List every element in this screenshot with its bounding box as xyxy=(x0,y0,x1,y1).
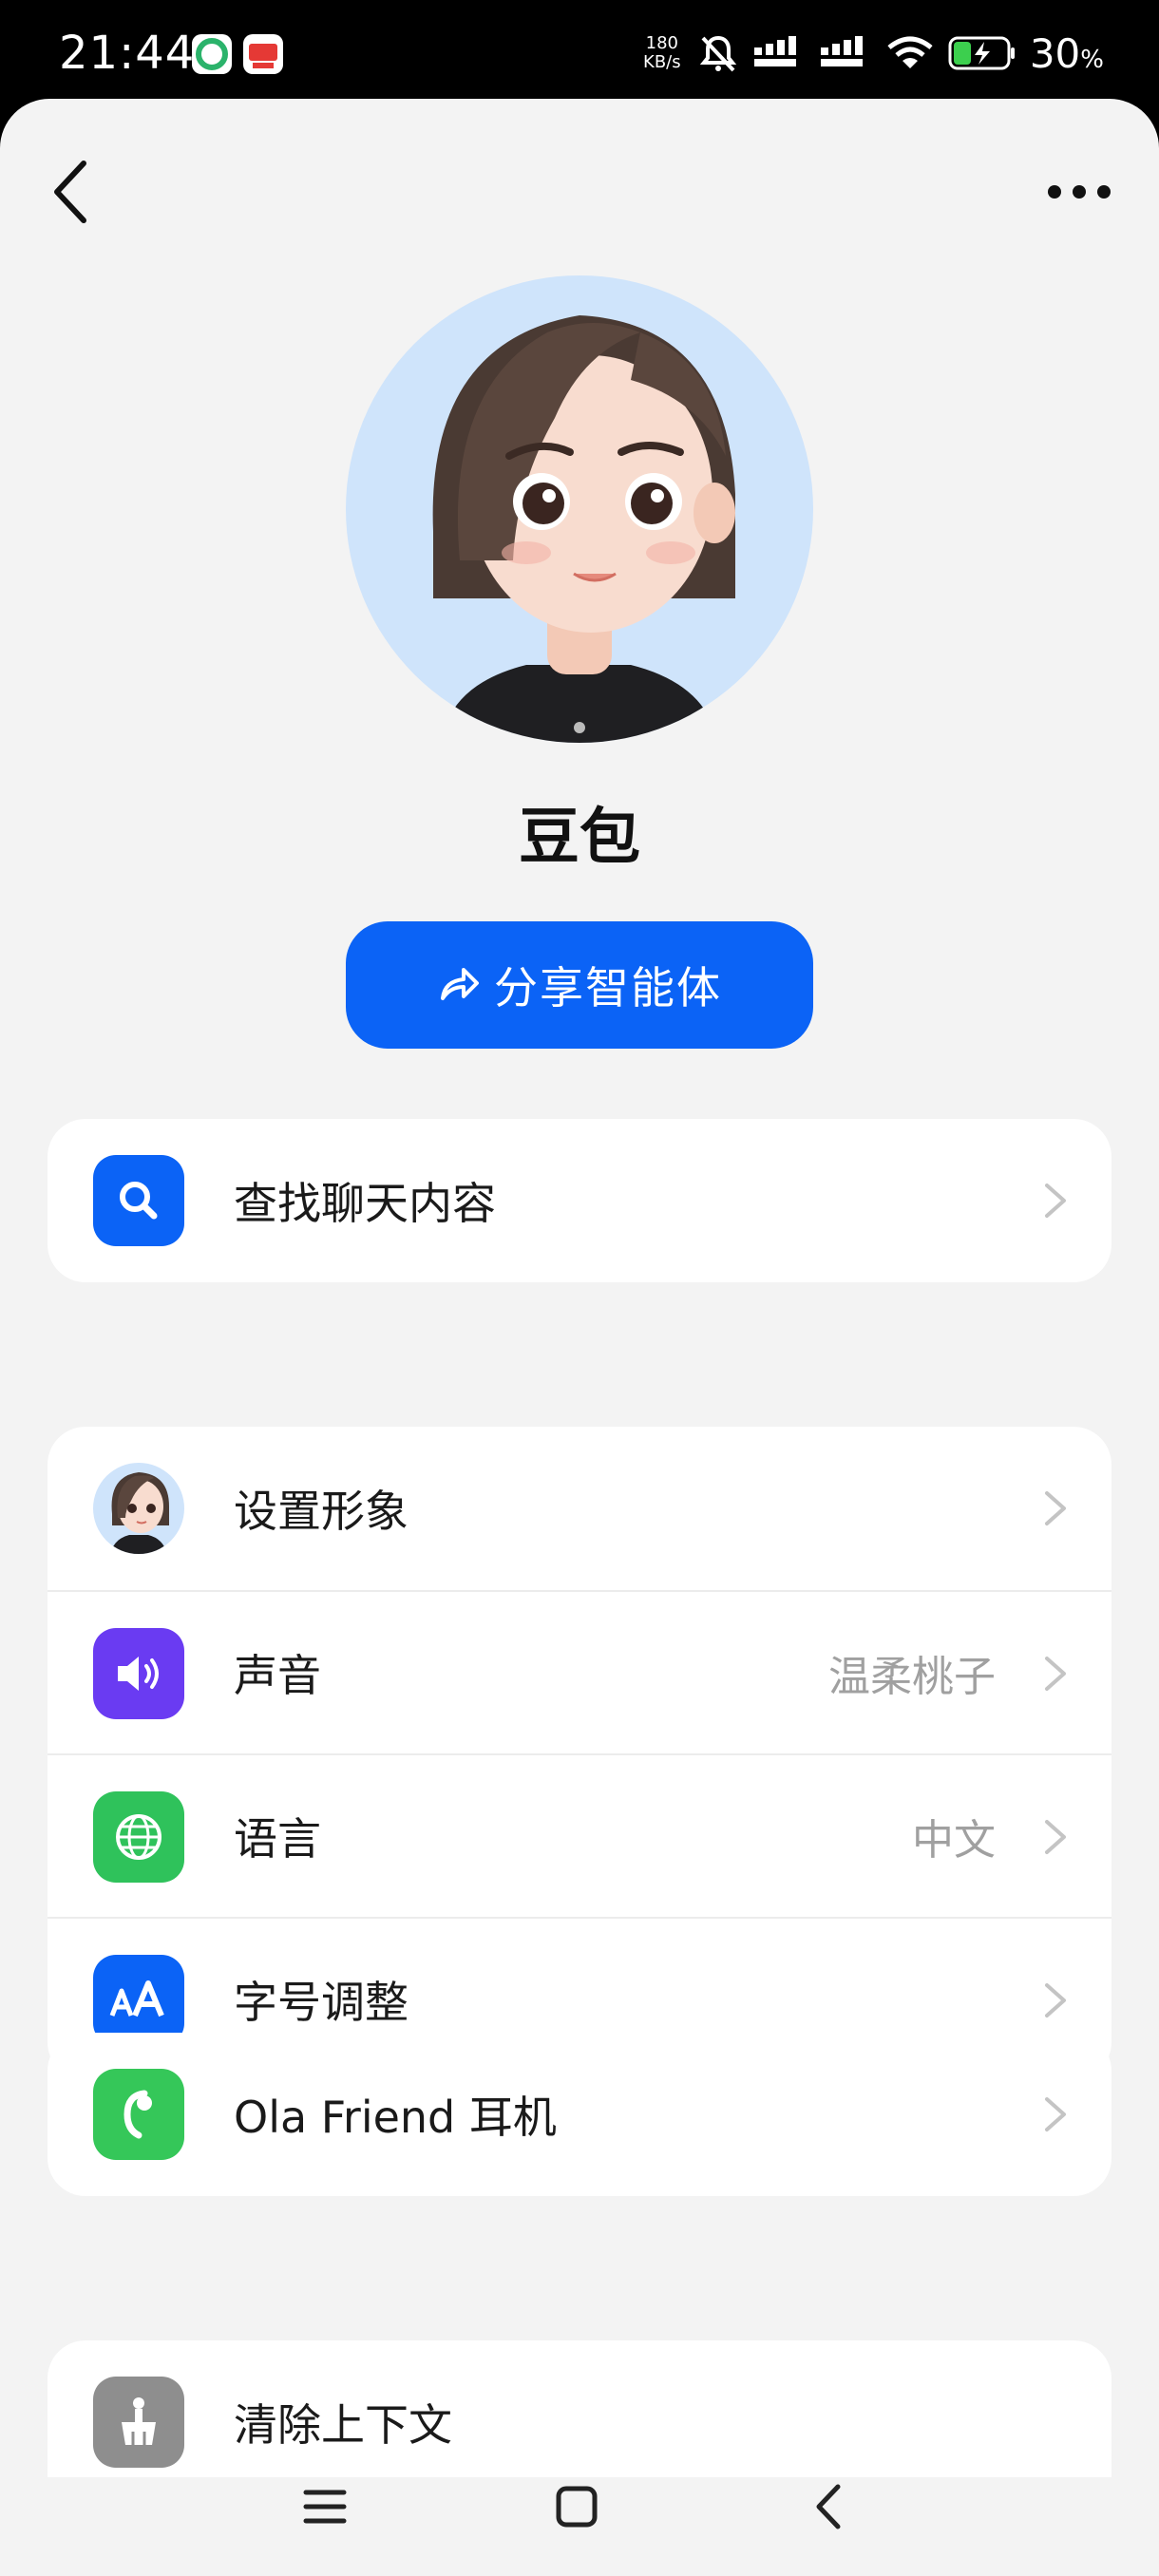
search-icon xyxy=(93,1155,184,1246)
chevron-right-icon xyxy=(1045,1491,1066,1525)
share-arrow-icon xyxy=(441,968,479,1000)
menu-item-label: 设置形象 xyxy=(234,1486,408,1537)
chevron-right-icon xyxy=(1045,1657,1066,1691)
agent-avatar-image xyxy=(432,315,735,743)
share-agent-button[interactable]: 分享智能体 xyxy=(346,921,813,1049)
app-notification-icon xyxy=(192,34,232,74)
agent-name: 豆包 xyxy=(519,803,640,873)
menu-item-voice[interactable]: 声音 温柔桃子 xyxy=(48,1590,1112,1753)
signal-icon xyxy=(753,36,796,66)
status-bar: 21:44 180 KB/s 30% xyxy=(0,0,1159,104)
menu-item-label: 字号调整 xyxy=(234,1977,408,2028)
language-value: 中文 xyxy=(912,1816,996,1865)
home-nav-icon[interactable] xyxy=(555,2485,598,2529)
voice-value: 温柔桃子 xyxy=(828,1653,996,1701)
back-arrow-icon xyxy=(54,161,86,223)
menu-item-earphone[interactable]: Ola Friend 耳机 xyxy=(48,2033,1112,2196)
menu-item-clear-context[interactable]: 清除上下文 xyxy=(48,2340,1112,2477)
chevron-right-icon xyxy=(1045,1820,1066,1854)
menu-item-language[interactable]: 语言 中文 xyxy=(48,1753,1112,1917)
more-dots-icon xyxy=(1048,185,1111,199)
agent-settings-screen: 豆包 分享智能体 查找聊天内容 设置形象 声音 温柔桃子 语言 中文 字号调整 … xyxy=(0,99,1159,2576)
menu-nav-icon[interactable] xyxy=(302,2487,348,2527)
search-card: 查找聊天内容 xyxy=(48,1119,1112,1282)
globe-icon xyxy=(93,1791,184,1883)
earphone-card: Ola Friend 耳机 xyxy=(48,2033,1112,2196)
battery-percent: 30% xyxy=(1030,30,1104,77)
battery-icon xyxy=(948,36,1015,70)
avatar-icon xyxy=(93,1463,184,1554)
chevron-right-icon xyxy=(1045,1983,1066,2017)
wifi-icon xyxy=(887,36,933,68)
menu-item-label: 查找聊天内容 xyxy=(234,1178,496,1229)
share-agent-label: 分享智能体 xyxy=(494,962,722,1013)
clear-context-card: 清除上下文 xyxy=(48,2340,1112,2477)
menu-item-search-chat[interactable]: 查找聊天内容 xyxy=(48,1119,1112,1282)
menu-item-label: Ola Friend 耳机 xyxy=(234,2092,557,2143)
mute-bell-icon xyxy=(699,35,736,72)
chevron-right-icon xyxy=(1045,1184,1066,1218)
app-notification-icon xyxy=(243,34,283,74)
net-speed-unit: KB/s xyxy=(643,52,681,72)
menu-item-appearance[interactable]: 设置形象 xyxy=(48,1427,1112,1590)
back-nav-icon[interactable] xyxy=(811,2483,846,2530)
status-time: 21:44 xyxy=(59,27,196,80)
chevron-right-icon xyxy=(1045,2097,1066,2131)
signal-icon xyxy=(820,36,863,66)
speaker-icon xyxy=(93,1628,184,1719)
net-speed-value: 180 xyxy=(645,33,678,53)
broom-icon xyxy=(93,2377,184,2468)
battery-percent-value: 30 xyxy=(1029,29,1081,77)
settings-card: 设置形象 声音 温柔桃子 语言 中文 字号调整 xyxy=(48,1427,1112,2080)
battery-percent-symbol: % xyxy=(1080,45,1104,74)
system-navigation-bar xyxy=(0,2530,1159,2576)
back-button[interactable] xyxy=(46,154,103,230)
net-speed: 180 KB/s xyxy=(640,34,684,72)
more-options-button[interactable] xyxy=(1041,165,1117,218)
menu-item-label: 清除上下文 xyxy=(234,2399,452,2451)
earphone-icon xyxy=(93,2069,184,2160)
agent-avatar[interactable] xyxy=(346,275,813,743)
menu-item-label: 语言 xyxy=(234,1813,321,1865)
menu-item-label: 声音 xyxy=(234,1650,321,1701)
